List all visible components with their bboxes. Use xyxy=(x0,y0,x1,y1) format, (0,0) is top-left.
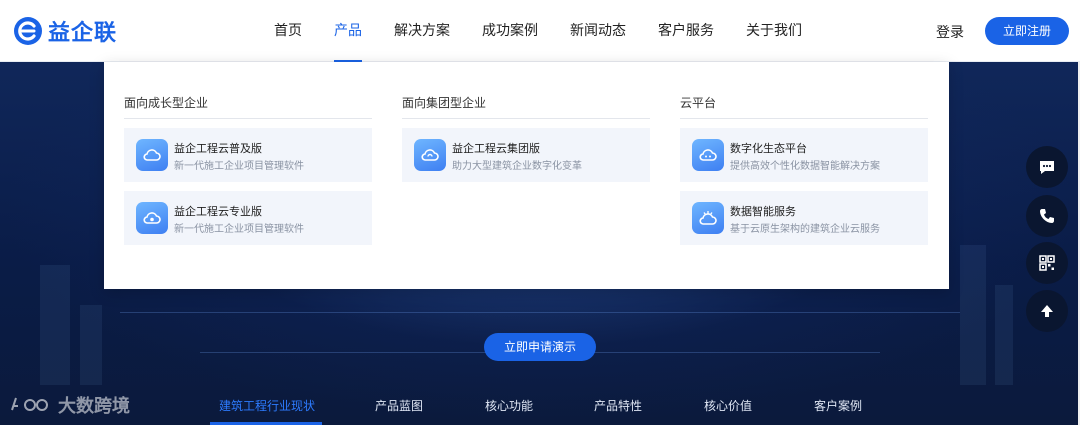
watermark-text: 大数跨境 xyxy=(58,396,130,417)
product-card[interactable]: 益企工程云专业版 新一代施工企业项目管理软件 xyxy=(124,191,372,245)
qrcode-icon xyxy=(1039,255,1055,271)
tab-core-value[interactable]: 核心价值 xyxy=(704,397,752,414)
phone-button[interactable] xyxy=(1026,195,1068,237)
nav-item-cases[interactable]: 成功案例 xyxy=(466,0,554,62)
lightbulb-cloud-icon xyxy=(692,202,724,234)
main-nav: 首页 产品 解决方案 成功案例 新闻动态 客户服务 关于我们 xyxy=(258,0,818,62)
section-tabs: 建筑工程行业现状 产品蓝图 核心功能 产品特性 核心价值 客户案例 xyxy=(0,386,1080,425)
cloud-sync-icon xyxy=(414,139,446,171)
tab-product-blueprint[interactable]: 产品蓝图 xyxy=(375,397,423,414)
column-title: 面向成长型企业 xyxy=(124,94,372,119)
phone-icon xyxy=(1040,209,1054,223)
nav-item-news[interactable]: 新闻动态 xyxy=(554,0,642,62)
chat-button[interactable] xyxy=(1026,146,1068,188)
glow-line xyxy=(120,312,960,313)
brand-name: 益企联 xyxy=(48,21,118,46)
qrcode-button[interactable] xyxy=(1026,242,1068,284)
product-card[interactable]: 益企工程云集团版 助力大型建筑企业数字化变革 xyxy=(402,128,650,182)
cloud-gear-icon xyxy=(136,202,168,234)
skyline-building xyxy=(960,245,986,385)
brand-logo[interactable]: 益企联 xyxy=(12,14,117,48)
card-subtitle: 基于云原生架构的建筑企业云服务 xyxy=(730,224,880,235)
nav-item-solutions[interactable]: 解决方案 xyxy=(378,0,466,62)
watermark-logo-icon xyxy=(11,397,48,411)
nav-item-about[interactable]: 关于我们 xyxy=(730,0,818,62)
nav-item-home[interactable]: 首页 xyxy=(258,0,318,62)
cloud-network-icon xyxy=(692,139,724,171)
back-to-top-button[interactable] xyxy=(1026,290,1068,332)
skyline-building xyxy=(995,285,1013,385)
product-card[interactable]: 益企工程云普及版 新一代施工企业项目管理软件 xyxy=(124,128,372,182)
tab-core-features[interactable]: 核心功能 xyxy=(485,397,533,414)
nav-item-products[interactable]: 产品 xyxy=(318,0,378,62)
cloud-icon xyxy=(136,139,168,171)
brand-logo-icon xyxy=(14,17,42,45)
arrow-up-icon xyxy=(1041,305,1053,317)
login-link[interactable]: 登录 xyxy=(936,22,964,42)
card-title: 益企工程云集团版 xyxy=(452,142,540,155)
product-card[interactable]: 数据智能服务 基于云原生架构的建筑企业云服务 xyxy=(680,191,928,245)
tab-industry-status[interactable]: 建筑工程行业现状 xyxy=(219,397,315,414)
top-header: 益企联 首页 产品 解决方案 成功案例 新闻动态 客户服务 关于我们 登录 立即… xyxy=(0,0,1080,62)
product-card[interactable]: 数字化生态平台 提供高效个性化数据智能解决方案 xyxy=(680,128,928,182)
register-button[interactable]: 立即注册 xyxy=(985,17,1069,45)
tab-product-traits[interactable]: 产品特性 xyxy=(594,397,642,414)
skyline-building xyxy=(80,305,102,385)
card-subtitle: 提供高效个性化数据智能解决方案 xyxy=(730,161,880,172)
card-subtitle: 助力大型建筑企业数字化变革 xyxy=(452,161,582,172)
tab-customer-cases[interactable]: 客户案例 xyxy=(814,397,862,414)
card-subtitle: 新一代施工企业项目管理软件 xyxy=(174,161,304,172)
skyline-building xyxy=(40,265,70,385)
card-title: 益企工程云普及版 xyxy=(174,142,262,155)
request-demo-button[interactable]: 立即申请演示 xyxy=(484,333,596,361)
card-subtitle: 新一代施工企业项目管理软件 xyxy=(174,224,304,235)
nav-item-service[interactable]: 客户服务 xyxy=(642,0,730,62)
card-title: 数字化生态平台 xyxy=(730,142,807,155)
watermark: 大数跨境 xyxy=(8,392,130,418)
column-title: 面向集团型企业 xyxy=(402,94,650,119)
card-title: 数据智能服务 xyxy=(730,205,796,218)
chat-icon xyxy=(1040,161,1054,174)
products-dropdown: 面向成长型企业 益企工程云普及版 新一代施工企业项目管理软件 益企工程云专业版 … xyxy=(104,62,949,289)
card-title: 益企工程云专业版 xyxy=(174,205,262,218)
column-title: 云平台 xyxy=(680,94,928,119)
